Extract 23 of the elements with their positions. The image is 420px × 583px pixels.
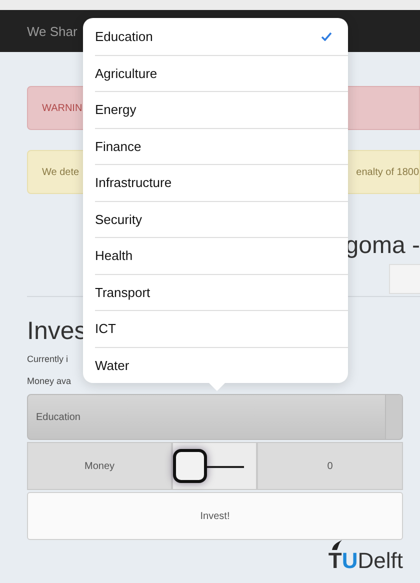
- dropdown-option[interactable]: Finance: [95, 128, 348, 164]
- current-investment-text: Currently i: [27, 354, 68, 364]
- dropdown-option[interactable]: Agriculture: [95, 54, 348, 91]
- invest-button[interactable]: Invest!: [27, 492, 403, 540]
- page-heading: goma -: [345, 232, 420, 260]
- navbar-title[interactable]: We Shar: [27, 24, 78, 38]
- alert-text: WARNIN: [42, 102, 82, 114]
- money-available-text: Money ava: [27, 376, 72, 386]
- slider-thumb[interactable]: [173, 449, 207, 483]
- money-slider[interactable]: [172, 442, 257, 490]
- dropdown-option[interactable]: Infrastructure: [95, 164, 348, 200]
- dropdown-option[interactable]: Education: [95, 18, 348, 54]
- money-value: 0: [257, 442, 403, 490]
- dropdown-option[interactable]: Energy: [95, 91, 348, 128]
- dropdown-option[interactable]: ICT: [95, 310, 348, 346]
- dropdown-option[interactable]: Transport: [95, 274, 348, 310]
- alert-text: We dete: [42, 166, 80, 178]
- dropdown-option[interactable]: Health: [95, 237, 348, 274]
- dropdown-option[interactable]: Security: [95, 200, 348, 237]
- money-label: Money: [27, 442, 172, 490]
- alert-text: enalty of 1800: [356, 166, 419, 178]
- sector-select[interactable]: Education: [27, 394, 403, 440]
- check-icon: [321, 32, 332, 41]
